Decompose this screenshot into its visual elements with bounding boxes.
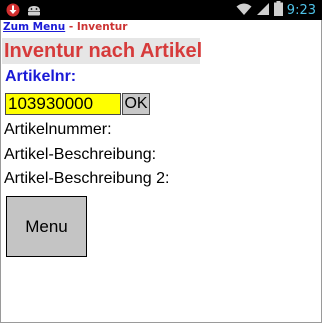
status-bar-clock: 9:23	[286, 3, 316, 18]
breadcrumb: Zum Menu - Inventur	[3, 21, 127, 33]
battery-icon	[273, 1, 283, 20]
status-bar-system: 9:23	[236, 1, 316, 20]
article-description-info: Artikel-Beschreibung:	[4, 146, 157, 163]
wifi-icon	[236, 1, 252, 20]
page-title: Inventur nach Artikel	[2, 38, 203, 64]
breadcrumb-separator: -	[65, 21, 77, 33]
breadcrumb-home-link[interactable]: Zum Menu	[3, 21, 65, 33]
article-number-input[interactable]	[5, 93, 121, 115]
download-alert-icon	[6, 2, 20, 21]
signal-icon	[256, 1, 270, 20]
breadcrumb-current: Inventur	[76, 21, 128, 33]
menu-button[interactable]: Menu	[6, 196, 87, 257]
article-number-info: Artikelnummer:	[4, 121, 112, 138]
android-icon	[26, 2, 42, 21]
article-description2-info: Artikel-Beschreibung 2:	[4, 170, 170, 187]
status-bar: 9:23	[0, 0, 322, 20]
article-number-label: Artikelnr:	[5, 68, 77, 85]
ok-button[interactable]: OK	[122, 93, 150, 115]
status-bar-notifications	[6, 2, 42, 21]
